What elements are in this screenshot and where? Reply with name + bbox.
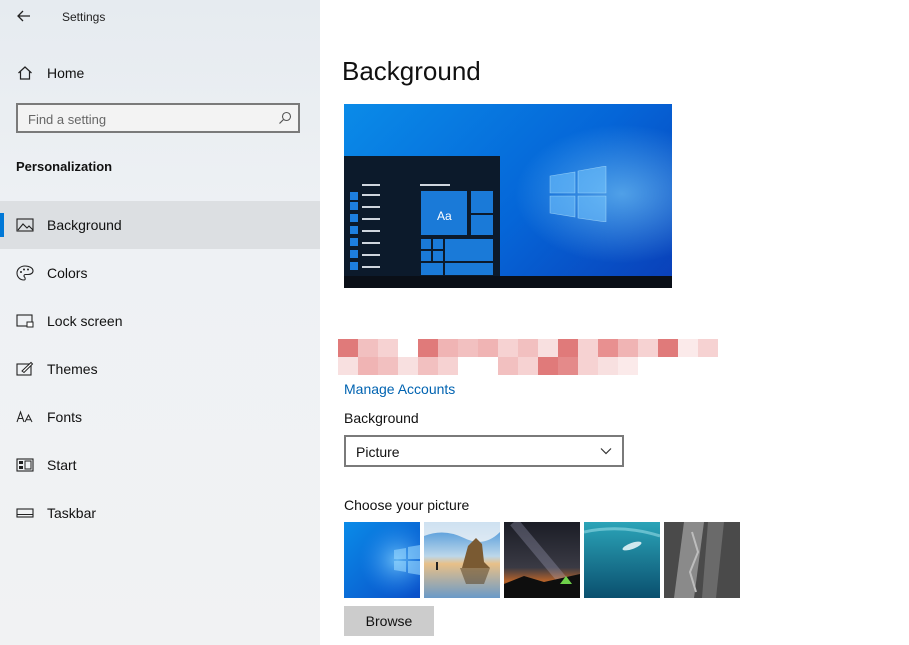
- sidebar-item-label: Fonts: [47, 409, 83, 425]
- sidebar-item-background[interactable]: Background: [0, 201, 320, 249]
- sidebar-item-themes[interactable]: Themes: [0, 345, 320, 393]
- window-title: Settings: [62, 10, 106, 24]
- preview-tile: [470, 214, 494, 236]
- preview-tile: [432, 250, 444, 262]
- preview-app-icon: [350, 214, 358, 222]
- picture-thumbnail-beach[interactable]: [424, 522, 500, 598]
- preview-app-label: [362, 254, 380, 256]
- windows-blue-wallpaper-icon: [344, 522, 420, 598]
- desktop-preview: Aa: [344, 104, 672, 288]
- page-title: Background: [342, 56, 481, 86]
- picture-thumbnail-rock[interactable]: [664, 522, 740, 598]
- back-button[interactable]: [10, 4, 38, 28]
- palette-icon: [16, 265, 34, 281]
- picture-thumbnail-underwater[interactable]: [584, 522, 660, 598]
- sidebar-item-label: Themes: [47, 361, 98, 377]
- preview-tile: [470, 190, 494, 214]
- redacted-account-info: [338, 339, 722, 375]
- preview-tile: [444, 262, 494, 276]
- background-label: Background: [344, 410, 419, 426]
- preview-tile: [420, 262, 444, 276]
- preview-tile: [444, 238, 494, 262]
- choose-picture-label: Choose your picture: [344, 497, 470, 513]
- sidebar-item-label: Taskbar: [47, 505, 97, 521]
- sidebar-item-label: Lock screen: [47, 313, 123, 329]
- manage-accounts-link[interactable]: Manage Accounts: [344, 381, 455, 397]
- preview-app-label: [362, 206, 380, 208]
- sidebar-item-label: Start: [47, 457, 77, 473]
- preview-group-label: [420, 184, 450, 186]
- picture-icon: [16, 217, 34, 233]
- preview-tile: [432, 238, 444, 250]
- sidebar-item-colors[interactable]: Colors: [0, 249, 320, 297]
- preview-app-icon: [350, 202, 358, 210]
- preview-tile-text: Aa: [437, 209, 452, 223]
- preview-app-label: [362, 266, 380, 268]
- lock-screen-icon: [16, 313, 34, 329]
- preview-app-icon: [350, 262, 358, 270]
- windows-logo-icon: [549, 166, 607, 222]
- themes-icon: [16, 361, 34, 377]
- taskbar-icon: [16, 505, 34, 521]
- preview-app-icon: [350, 192, 358, 200]
- sidebar-item-label: Colors: [47, 265, 88, 281]
- picture-thumbnail-night[interactable]: [504, 522, 580, 598]
- home-label: Home: [47, 65, 85, 81]
- preview-tile: [420, 238, 432, 250]
- preview-app-label: [362, 194, 380, 196]
- underwater-swimmer-wallpaper-icon: [584, 522, 660, 598]
- search-icon[interactable]: [278, 111, 292, 125]
- section-heading: Personalization: [16, 159, 113, 174]
- preview-app-icon: [350, 250, 358, 258]
- main-pane: Background Aa Manage Accounts Background…: [320, 0, 909, 645]
- preview-app-label: [362, 218, 380, 220]
- background-dropdown-value: Picture: [356, 444, 400, 460]
- preview-tile-large: Aa: [420, 190, 468, 236]
- preview-app-label: [362, 242, 380, 244]
- preview-start-menu: Aa: [344, 156, 500, 276]
- start-icon: [16, 457, 34, 473]
- sidebar-item-label: Background: [47, 217, 122, 233]
- sidebar-item-start[interactable]: Start: [0, 441, 320, 489]
- home-icon: [16, 65, 34, 81]
- sidebar-item-fonts[interactable]: Fonts: [0, 393, 320, 441]
- browse-button[interactable]: Browse: [344, 606, 434, 636]
- home-nav-item[interactable]: Home: [0, 49, 320, 97]
- preview-app-label: [362, 184, 380, 186]
- chevron-down-icon: [600, 448, 612, 455]
- search-box[interactable]: [16, 103, 300, 133]
- sidebar-item-lock-screen[interactable]: Lock screen: [0, 297, 320, 345]
- preview-taskbar: [344, 276, 672, 288]
- rock-cliff-wallpaper-icon: [664, 522, 740, 598]
- preview-tile: [420, 250, 432, 262]
- picture-thumbnail-windows[interactable]: [344, 522, 420, 598]
- preview-app-label: [362, 230, 380, 232]
- back-arrow-icon: [17, 10, 30, 22]
- night-sky-tent-wallpaper-icon: [504, 522, 580, 598]
- sidebar: Settings Home Personalization Background…: [0, 0, 320, 645]
- sidebar-item-taskbar[interactable]: Taskbar: [0, 489, 320, 537]
- preview-app-icon: [350, 226, 358, 234]
- title-bar: Settings: [0, 0, 320, 34]
- preview-app-icon: [350, 238, 358, 246]
- fonts-icon: [16, 409, 34, 425]
- search-input[interactable]: [26, 109, 270, 129]
- background-dropdown[interactable]: Picture: [344, 435, 624, 467]
- beach-rock-wallpaper-icon: [424, 522, 500, 598]
